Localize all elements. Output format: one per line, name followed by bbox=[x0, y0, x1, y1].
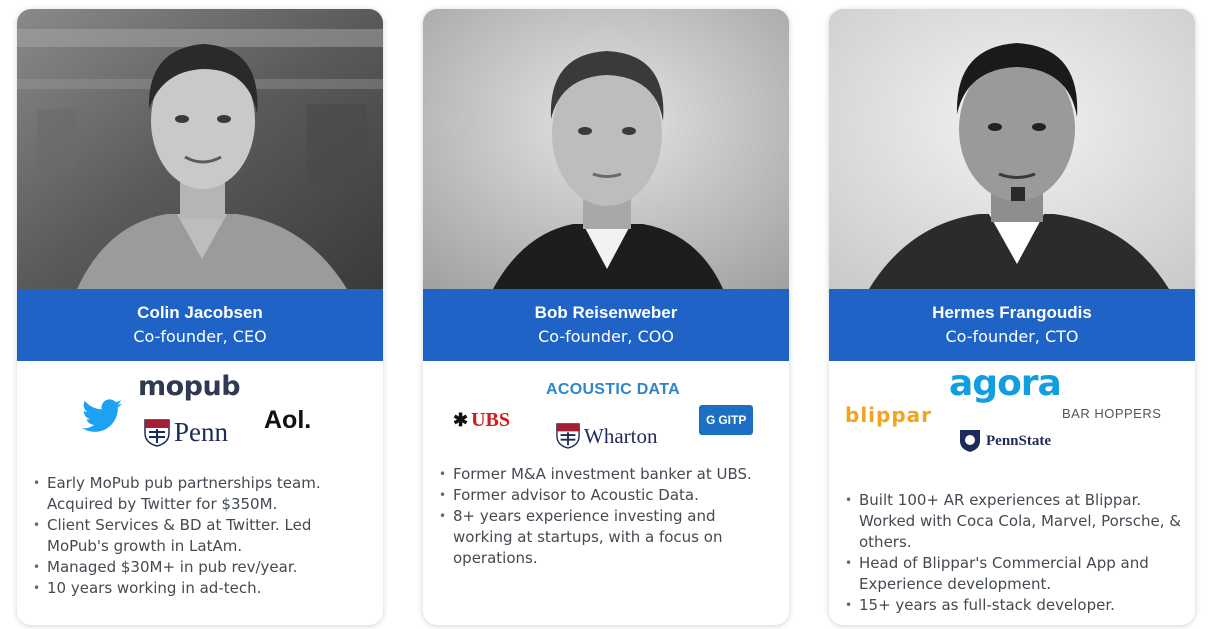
ceo-name-band: Colin Jacobsen Co-founder, CEO bbox=[17, 289, 383, 361]
list-item: 15+ years as full-stack developer. bbox=[845, 595, 1185, 616]
cto-name-band: Hermes Frangoudis Co-founder, CTO bbox=[829, 289, 1195, 361]
agora-logo: agora bbox=[949, 363, 1062, 404]
team-card-ceo: Colin Jacobsen Co-founder, CEO mopub Pen… bbox=[17, 9, 383, 625]
gitp-text: GITP bbox=[718, 413, 747, 427]
wharton-text: Wharton bbox=[584, 423, 658, 448]
member-name: Colin Jacobsen bbox=[137, 303, 263, 322]
ubs-keys-icon: ✱ bbox=[453, 410, 469, 430]
aol-logo: Aol. bbox=[264, 406, 312, 434]
coo-photo bbox=[423, 9, 789, 289]
ceo-bullets: Early MoPub pub partnerships team. Acqui… bbox=[33, 473, 373, 599]
team-card-coo: Bob Reisenweber Co-founder, COO ACOUSTIC… bbox=[423, 9, 789, 625]
coo-logos: ACOUSTIC DATA ✱ UBS Wharton G GITP bbox=[423, 361, 789, 461]
penn-text: Penn bbox=[174, 417, 228, 447]
list-item: Managed $30M+ in pub rev/year. bbox=[33, 557, 373, 578]
member-name: Hermes Frangoudis bbox=[932, 303, 1092, 322]
ceo-photo bbox=[17, 9, 383, 289]
team-card-cto: Hermes Frangoudis Co-founder, CTO agora … bbox=[829, 9, 1195, 625]
wharton-shield-icon bbox=[556, 423, 580, 449]
pennstate-text: PennState bbox=[986, 432, 1051, 449]
list-item: Former advisor to Acoustic Data. bbox=[439, 485, 779, 506]
penn-logo: Penn bbox=[144, 417, 228, 448]
ubs-text: UBS bbox=[471, 409, 510, 431]
coo-bullets: Former M&A investment banker at UBS. For… bbox=[439, 464, 779, 569]
list-item: Early MoPub pub partnerships team. Acqui… bbox=[33, 473, 373, 515]
barhoppers-logo: BAR HOPPERS bbox=[1062, 406, 1162, 421]
cto-photo bbox=[829, 9, 1195, 289]
cto-bullets: Built 100+ AR experiences at Blippar. Wo… bbox=[845, 490, 1185, 616]
ubs-logo: ✱ UBS bbox=[453, 409, 510, 432]
blippar-logo: blippar bbox=[845, 403, 933, 427]
coo-name-band: Bob Reisenweber Co-founder, COO bbox=[423, 289, 789, 361]
ceo-logos: mopub Penn Aol. bbox=[17, 361, 383, 461]
member-role: Co-founder, CEO bbox=[133, 327, 267, 346]
twitter-bird-icon bbox=[82, 399, 122, 438]
list-item: Built 100+ AR experiences at Blippar. Wo… bbox=[845, 490, 1185, 553]
list-item: Former M&A investment banker at UBS. bbox=[439, 464, 779, 485]
member-name: Bob Reisenweber bbox=[534, 303, 678, 322]
list-item: Head of Blippar's Commercial App and Exp… bbox=[845, 553, 1185, 595]
mopub-logo: mopub bbox=[138, 371, 241, 402]
list-item: 8+ years experience investing and workin… bbox=[439, 506, 779, 569]
pennstate-logo: PennState bbox=[959, 429, 1051, 453]
pennstate-lion-icon bbox=[960, 430, 980, 452]
gitp-logo: G GITP bbox=[699, 405, 754, 435]
cto-logos: agora blippar BAR HOPPERS PennState bbox=[829, 361, 1195, 461]
member-role: Co-founder, CTO bbox=[945, 327, 1079, 346]
penn-shield-icon bbox=[144, 418, 170, 447]
gitp-icon: G bbox=[706, 413, 716, 427]
list-item: Client Services & BD at Twitter. Led MoP… bbox=[33, 515, 373, 557]
wharton-logo: Wharton bbox=[556, 423, 657, 449]
member-role: Co-founder, COO bbox=[538, 327, 674, 346]
list-item: 10 years working in ad-tech. bbox=[33, 578, 373, 599]
acoustic-data-logo: ACOUSTIC DATA bbox=[546, 381, 680, 398]
